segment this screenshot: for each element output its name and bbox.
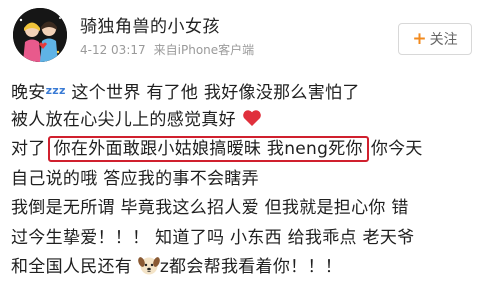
post-line: 对了 你在外面敢跟小姑娘搞暧昧 我neng死你 你今天 <box>11 135 491 165</box>
zzz-sleep-icon: zzz <box>45 84 66 97</box>
username[interactable]: 骑独角兽的小女孩 <box>80 12 220 37</box>
post-meta: 4-12 03:17 来自iPhone客户端 <box>80 41 262 58</box>
post-text: 晚安 <box>11 83 46 103</box>
post-line: 被人放在心尖儿上的感觉真好 <box>11 106 491 136</box>
heart-emoji-icon <box>242 109 261 126</box>
post-text: 和全国人民还有 <box>11 257 133 277</box>
post-line: 我倒是无所谓 毕竟我这么招人爱 但我就是担心你 错 <box>11 194 491 224</box>
post-line: 晚安zzz 这个世界 有了他 我好像没那么害怕了 <box>11 76 491 106</box>
post-line: 和全国人民还有 z都会帮我看着你！！！ <box>11 253 491 283</box>
follow-button[interactable]: + 关注 <box>398 23 472 55</box>
post-line: 自己说的哦 答应我的事不会瞎弄 <box>11 165 491 195</box>
post-text: 你今天 <box>370 139 423 159</box>
post-text: 对了 <box>11 139 46 159</box>
post-body: 晚安zzz 这个世界 有了他 我好像没那么害怕了 被人放在心尖儿上的感觉真好 对… <box>11 76 491 283</box>
avatar[interactable] <box>13 8 67 62</box>
post-text: z都会帮我看着你！！！ <box>159 257 343 277</box>
highlighted-text: 你在外面敢跟小姑娘搞暧昧 我neng死你 <box>47 136 369 162</box>
post-text: 过今生挚爱！！！ 知道了吗 小东西 给我乖点 老天爷 <box>11 227 415 248</box>
post-text: 这个世界 有了他 我好像没那么害怕了 <box>65 83 360 103</box>
post-text: 我倒是无所谓 毕竟我这么招人爱 但我就是担心你 错 <box>11 198 409 218</box>
post-text: 自己说的哦 答应我的事不会瞎弄 <box>11 168 259 189</box>
plus-icon: + <box>412 29 427 49</box>
follow-label: 关注 <box>429 32 458 48</box>
post-source: 来自iPhone客户端 <box>153 43 255 57</box>
post-text: 被人放在心尖儿上的感觉真好 <box>11 109 236 130</box>
post-time: 4-12 03:17 <box>80 43 146 57</box>
post-header: 骑独角兽的小女孩 4-12 03:17 来自iPhone客户端 + 关注 <box>0 0 493 68</box>
post-line: 过今生挚爱！！！ 知道了吗 小东西 给我乖点 老天爷 <box>11 224 491 254</box>
avatar-image-icon <box>13 8 67 62</box>
dog-emoji-icon <box>138 257 160 275</box>
